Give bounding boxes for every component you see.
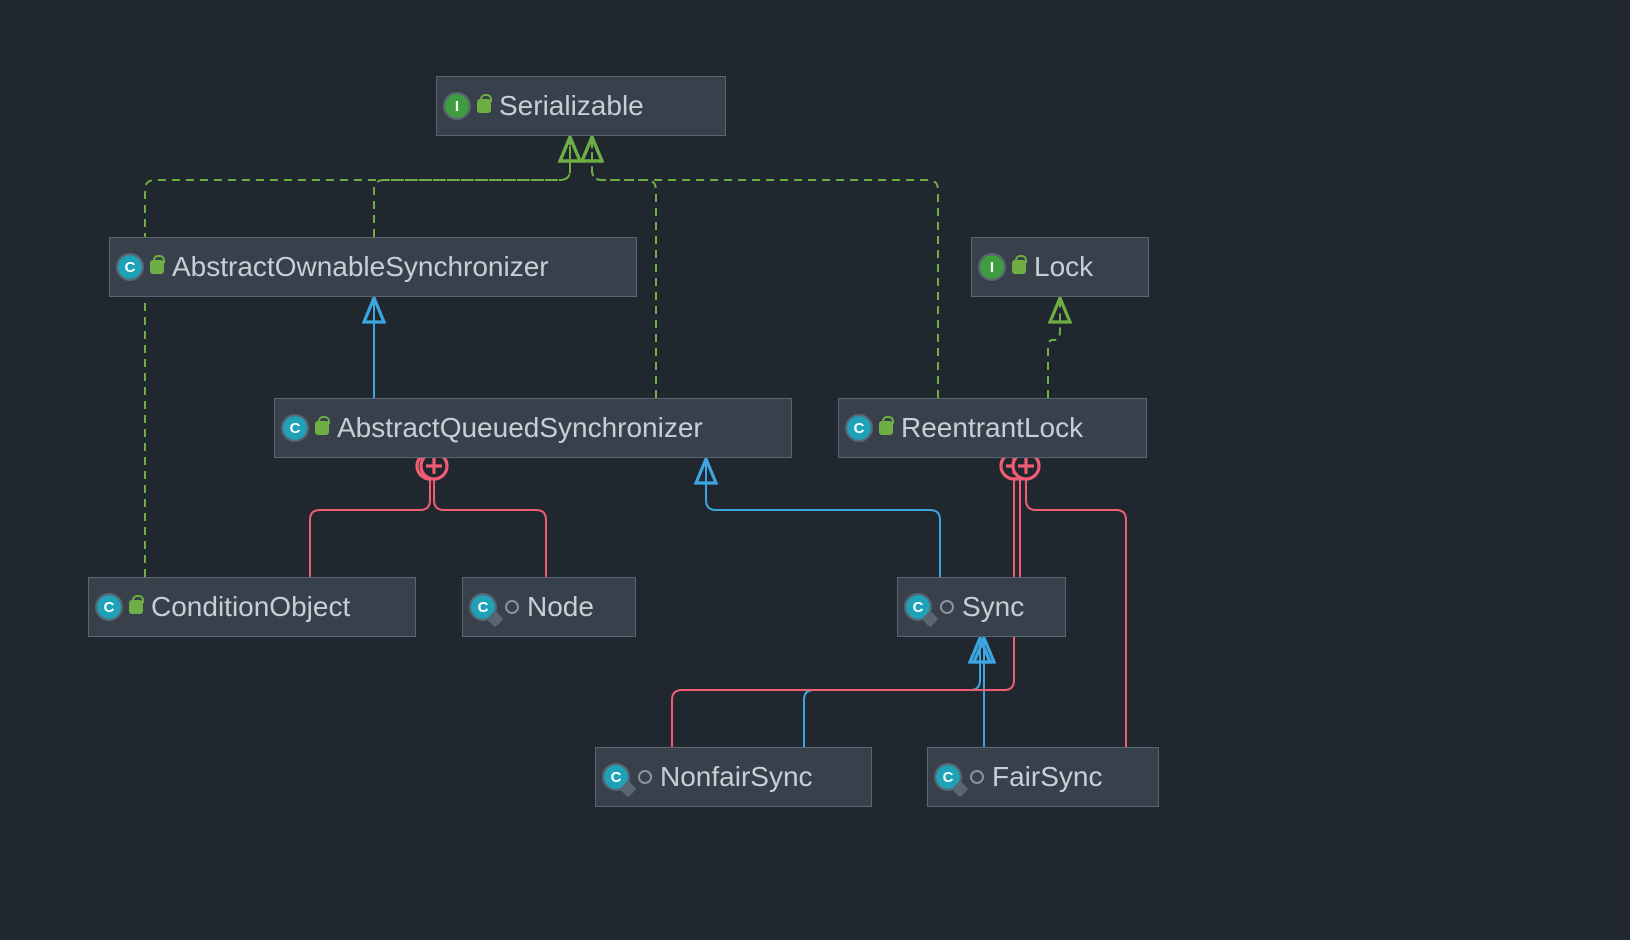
edge-sync-aqs — [706, 459, 940, 577]
node-label: AbstractQueuedSynchronizer — [337, 412, 703, 444]
package-private-icon — [505, 600, 519, 614]
node-lock[interactable]: I Lock — [971, 237, 1149, 297]
class-icon: C — [604, 765, 628, 789]
node-label: NonfairSync — [660, 761, 813, 793]
node-abstractownablesynchronizer[interactable]: C AbstractOwnableSynchronizer — [109, 237, 637, 297]
class-icon: C — [936, 765, 960, 789]
public-icon — [879, 421, 893, 435]
edge-reentrant-serializable — [592, 137, 938, 398]
node-nonfairsync[interactable]: C NonfairSync — [595, 747, 872, 807]
node-label: Sync — [962, 591, 1024, 623]
edge-reentrant-lock — [1048, 298, 1060, 398]
public-icon — [129, 600, 143, 614]
edge-aos-serializable — [374, 137, 570, 237]
class-icon: C — [471, 595, 495, 619]
node-abstractqueuedsynchronizer[interactable]: C AbstractQueuedSynchronizer — [274, 398, 792, 458]
package-private-icon — [940, 600, 954, 614]
interface-icon: I — [980, 255, 1004, 279]
public-icon — [315, 421, 329, 435]
package-private-icon — [638, 770, 652, 784]
edge-condobj-aqs-inner — [310, 466, 430, 577]
class-icon: C — [97, 595, 121, 619]
node-label: Serializable — [499, 90, 644, 122]
node-label: Lock — [1034, 251, 1093, 283]
node-reentrantlock[interactable]: C ReentrantLock — [838, 398, 1147, 458]
node-node[interactable]: C Node — [462, 577, 636, 637]
edge-node-aqs-inner — [434, 466, 546, 577]
class-icon: C — [283, 416, 307, 440]
node-serializable[interactable]: I Serializable — [436, 76, 726, 136]
node-label: Node — [527, 591, 594, 623]
node-fairsync[interactable]: C FairSync — [927, 747, 1159, 807]
public-icon — [477, 99, 491, 113]
class-icon: C — [118, 255, 142, 279]
node-label: ReentrantLock — [901, 412, 1083, 444]
node-label: AbstractOwnableSynchronizer — [172, 251, 549, 283]
node-label: FairSync — [992, 761, 1102, 793]
class-icon: C — [906, 595, 930, 619]
node-conditionobject[interactable]: C ConditionObject — [88, 577, 416, 637]
interface-icon: I — [445, 94, 469, 118]
package-private-icon — [970, 770, 984, 784]
class-icon: C — [847, 416, 871, 440]
edge-nonfair-sync — [804, 638, 980, 747]
node-label: ConditionObject — [151, 591, 350, 623]
node-sync[interactable]: C Sync — [897, 577, 1066, 637]
public-icon — [1012, 260, 1026, 274]
public-icon — [150, 260, 164, 274]
